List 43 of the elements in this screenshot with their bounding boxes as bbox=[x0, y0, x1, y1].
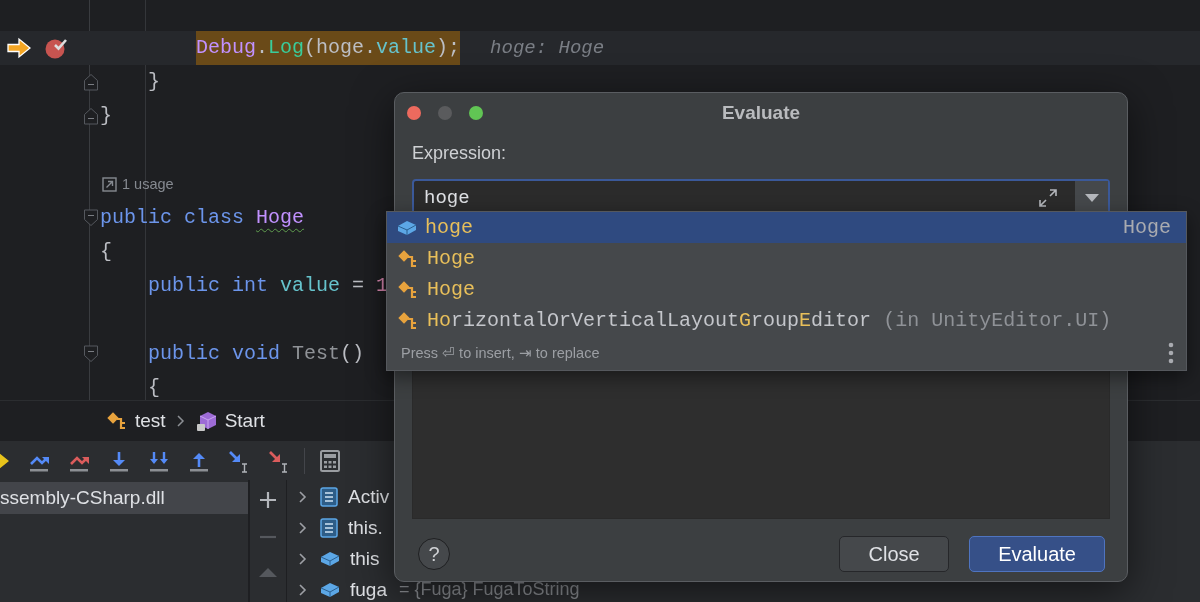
code-line: } bbox=[147, 69, 161, 95]
code-line: public int value = 1 bbox=[147, 273, 389, 299]
breadcrumb-item[interactable]: test bbox=[135, 409, 166, 432]
more-menu-icon[interactable] bbox=[1168, 342, 1174, 364]
zoom-button[interactable] bbox=[469, 106, 483, 120]
usage-count-link[interactable]: 1 usage bbox=[122, 176, 174, 192]
evaluate-button[interactable]: Evaluate bbox=[969, 536, 1105, 572]
code-line: public class Hoge bbox=[100, 205, 305, 231]
code-line: { bbox=[100, 239, 112, 265]
variable-name: fuga bbox=[350, 578, 387, 601]
expand-icon[interactable] bbox=[1038, 187, 1058, 208]
fold-icon[interactable] bbox=[83, 345, 99, 363]
locked-cube-icon bbox=[195, 409, 218, 432]
completion-item[interactable]: Hoge bbox=[387, 274, 1186, 305]
list-icon bbox=[320, 517, 338, 538]
code-line: } bbox=[100, 103, 112, 129]
variable-name: this. bbox=[348, 516, 383, 539]
completion-item[interactable]: hoge Hoge bbox=[387, 212, 1186, 243]
dialog-title: Evaluate bbox=[720, 102, 802, 124]
code-line: public void Test() bbox=[147, 341, 365, 367]
completion-hint: Press ⏎ to insert, ⇥ to replace bbox=[401, 345, 600, 361]
code-line: { bbox=[147, 375, 161, 400]
stack-frame-item[interactable]: ssembly-CSharp.dll bbox=[0, 482, 248, 514]
field-label: Expression: bbox=[412, 143, 508, 165]
close-button[interactable]: Close bbox=[839, 536, 950, 572]
list-icon bbox=[320, 486, 338, 507]
breadcrumb-item[interactable]: Start bbox=[224, 409, 265, 432]
variable-name: this bbox=[350, 547, 380, 570]
usage-link-icon[interactable] bbox=[102, 176, 117, 192]
caret-down-icon bbox=[1084, 193, 1099, 202]
close-button[interactable] bbox=[407, 106, 421, 120]
variable-name: Activ bbox=[348, 485, 390, 508]
fold-icon[interactable] bbox=[83, 73, 99, 91]
variable-value: = {Fuga} FugaToString bbox=[399, 579, 580, 600]
help-button[interactable]: ? bbox=[418, 538, 450, 570]
fold-icon[interactable] bbox=[83, 107, 99, 125]
inline-value-hint: hoge: Hoge bbox=[490, 37, 605, 59]
completion-item[interactable]: HorizontalOrVerticalLayoutGroupEditor (in UnityEditor.UI) bbox=[387, 305, 1186, 336]
fold-icon[interactable] bbox=[83, 209, 99, 227]
calculator-icon[interactable] bbox=[318, 448, 342, 473]
chevron-right-icon bbox=[175, 413, 186, 428]
plus-icon[interactable] bbox=[259, 491, 277, 509]
completion-item[interactable]: Hoge bbox=[387, 243, 1186, 274]
